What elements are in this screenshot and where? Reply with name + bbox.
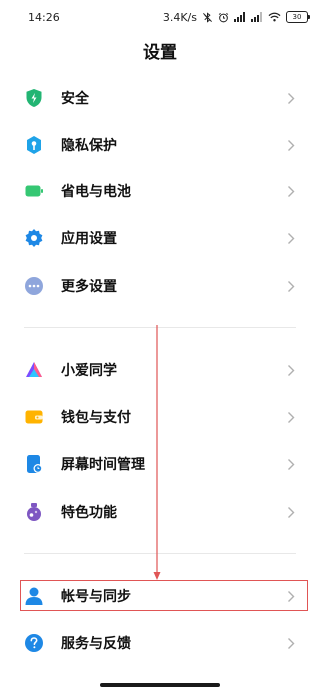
settings-item-security[interactable]: 安全 <box>0 75 320 121</box>
settings-screen: 14:26 3.4K/s 30 设置 安全 隐私保护 省电与电池 应用设置 更多… <box>0 0 320 693</box>
battery-level: 30 <box>292 12 302 21</box>
chevron-right-icon <box>286 279 296 293</box>
settings-item-more[interactable]: 更多设置 <box>0 263 320 309</box>
status-time: 14:26 <box>28 10 60 24</box>
settings-item-label: 隐私保护 <box>61 138 117 154</box>
features-icon <box>24 502 44 522</box>
chevron-right-icon <box>286 363 296 377</box>
xiaoai-icon <box>24 360 44 380</box>
gear-icon <box>24 228 44 248</box>
settings-item-label: 特色功能 <box>61 505 117 521</box>
network-speed: 3.4K/s <box>162 10 197 24</box>
wallet-icon <box>24 407 44 427</box>
annotation-arrow-icon <box>153 325 161 580</box>
signal-icon <box>234 12 246 22</box>
chevron-right-icon <box>286 184 296 198</box>
status-bar: 14:26 3.4K/s 30 <box>0 0 320 34</box>
more-icon <box>24 276 44 296</box>
settings-item-app-settings[interactable]: 应用设置 <box>0 215 320 261</box>
bluetooth-off-icon <box>202 11 213 23</box>
shield-icon <box>24 88 44 108</box>
highlight-box <box>20 580 308 611</box>
settings-item-label: 小爱同学 <box>61 363 117 379</box>
settings-item-label: 更多设置 <box>61 279 117 295</box>
battery-icon: 30 <box>286 11 310 23</box>
settings-item-privacy[interactable]: 隐私保护 <box>0 122 320 168</box>
settings-item-label: 屏幕时间管理 <box>61 457 145 473</box>
chevron-right-icon <box>286 138 296 152</box>
wifi-icon <box>268 12 281 22</box>
chevron-right-icon <box>286 91 296 105</box>
page-title: 设置 <box>143 43 177 63</box>
signal-icon <box>251 12 263 22</box>
settings-item-label: 服务与反馈 <box>61 636 131 652</box>
chevron-right-icon <box>286 636 296 650</box>
status-icons: 3.4K/s 30 <box>162 10 310 24</box>
chevron-right-icon <box>286 505 296 519</box>
screen-time-icon <box>24 454 44 474</box>
alarm-icon <box>218 12 229 23</box>
chevron-right-icon <box>286 231 296 245</box>
settings-item-label: 安全 <box>61 91 89 107</box>
chevron-right-icon <box>286 457 296 471</box>
settings-item-service-feedback[interactable]: 服务与反馈 <box>0 620 320 666</box>
settings-item-label: 应用设置 <box>61 231 117 247</box>
help-icon <box>24 633 44 653</box>
privacy-icon <box>24 135 44 155</box>
home-indicator[interactable] <box>100 683 220 687</box>
settings-item-label: 钱包与支付 <box>61 410 131 426</box>
settings-item-label: 省电与电池 <box>61 184 131 200</box>
chevron-right-icon <box>286 410 296 424</box>
battery-saver-icon <box>24 181 44 201</box>
settings-item-battery[interactable]: 省电与电池 <box>0 168 320 214</box>
